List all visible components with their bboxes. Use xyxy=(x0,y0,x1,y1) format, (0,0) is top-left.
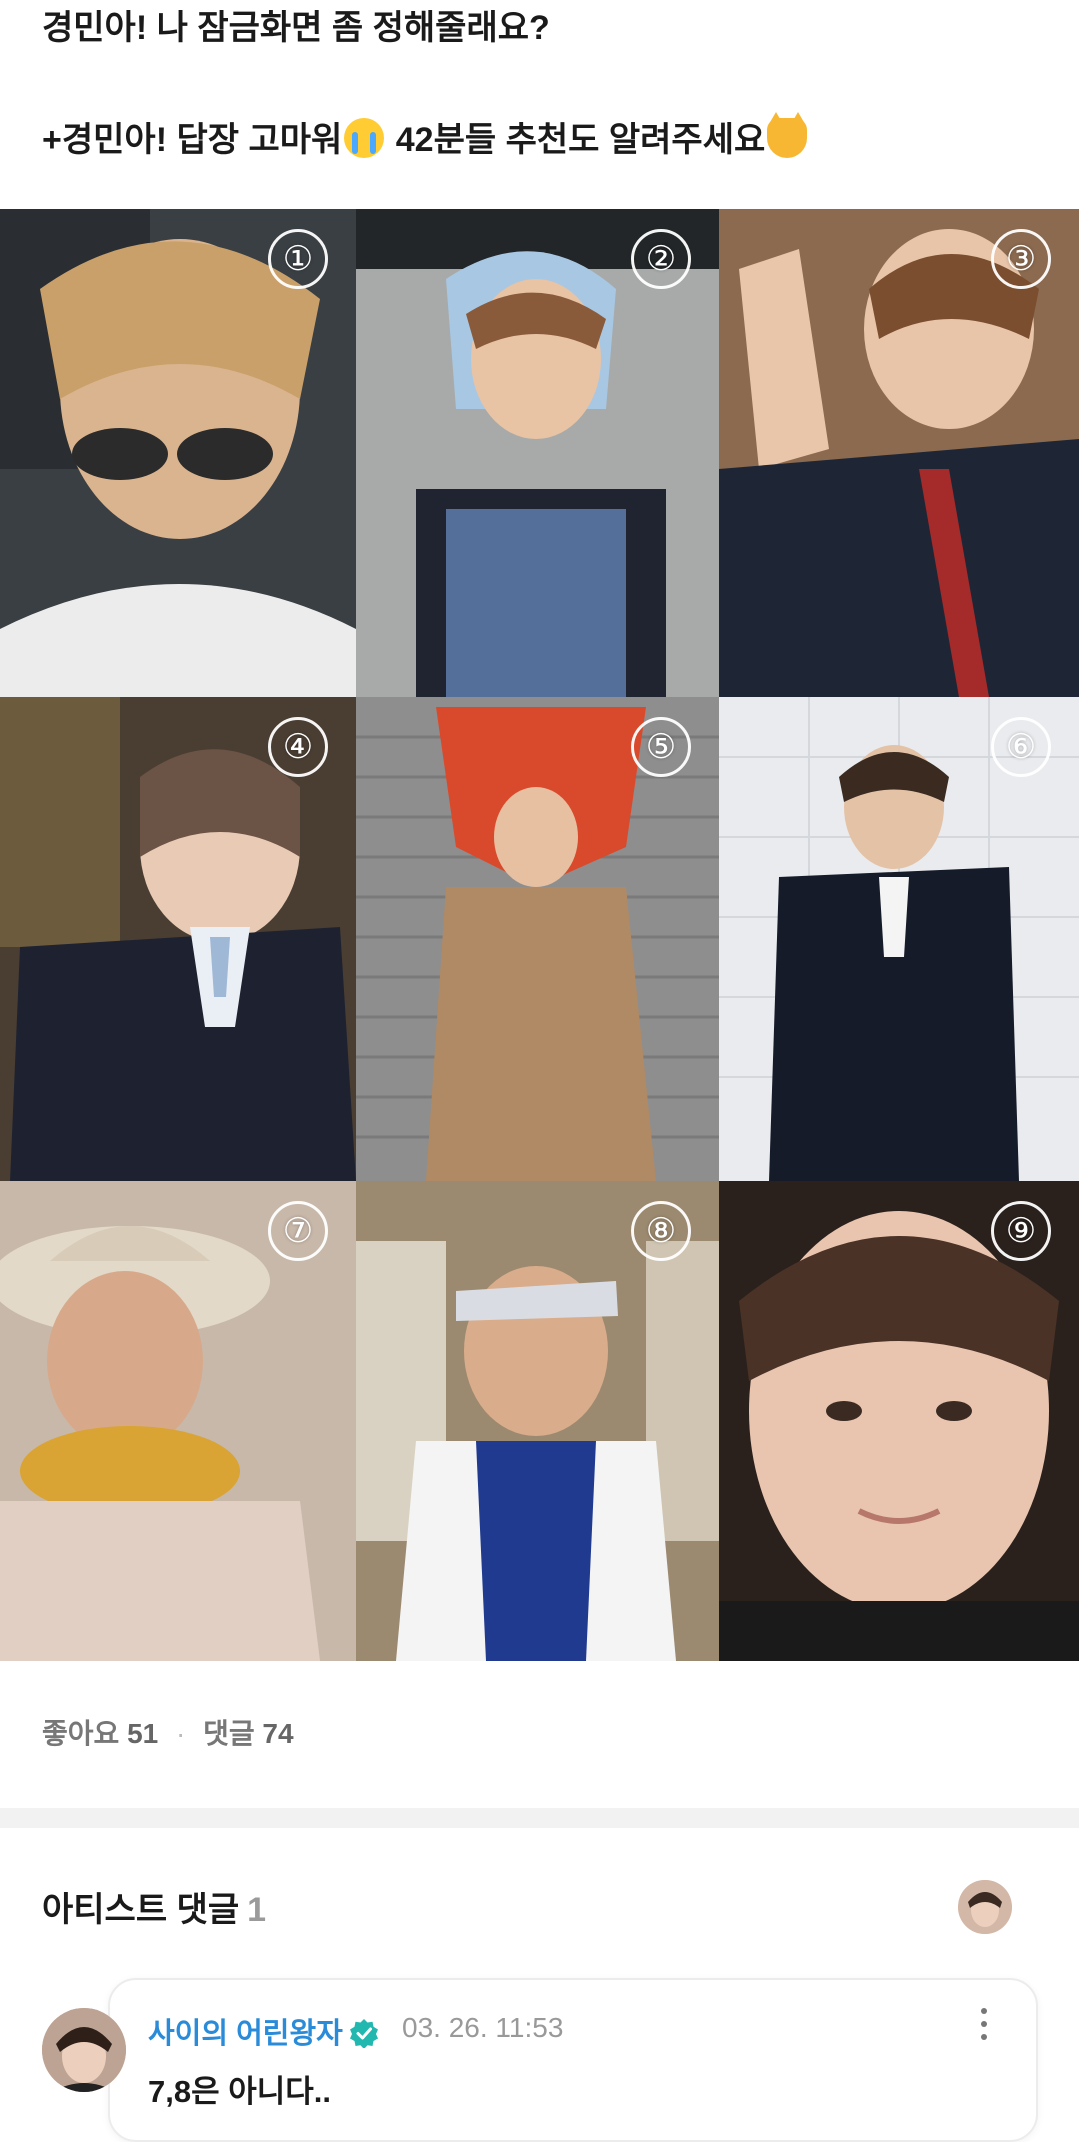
photo-number-badge: ② xyxy=(631,229,691,289)
crying-face-icon xyxy=(344,118,385,158)
photo-2[interactable]: ② xyxy=(356,209,719,697)
comment-author-name[interactable]: 사이의 어린왕자 xyxy=(148,2010,379,2052)
comment-author-avatar[interactable] xyxy=(42,2008,126,2092)
comment-text: 7,8은 아니다.. xyxy=(148,2074,332,2109)
more-options-icon[interactable] xyxy=(976,2008,992,2048)
photo-number-badge: ⑤ xyxy=(631,717,691,777)
photo-7[interactable]: ⑦ xyxy=(0,1181,356,1661)
photo-number-badge: ⑧ xyxy=(631,1201,691,1261)
photo-number-badge: ④ xyxy=(268,717,328,777)
photo-number-badge: ③ xyxy=(991,229,1051,289)
stats-separator: · xyxy=(176,1718,186,1749)
photo-grid: ① ② ③ ④ ⑤ ⑥ ⑦ ⑧ ⑨ xyxy=(0,209,1079,1661)
artist-avatar[interactable] xyxy=(958,1880,1012,1934)
post-line-2: +경민아! 답장 고마워 42분들 추천도 알려주세요 xyxy=(42,112,1042,168)
artist-comments-header: 아티스트 댓글 1 xyxy=(42,1882,266,1931)
photo-9[interactable]: ⑨ xyxy=(719,1181,1079,1661)
section-divider xyxy=(0,1808,1079,1828)
photo-number-badge: ⑥ xyxy=(991,717,1051,777)
verified-badge-icon xyxy=(349,2019,378,2048)
photo-4[interactable]: ④ xyxy=(0,697,356,1181)
post-line-2-prefix: +경민아! 답장 고마워 xyxy=(42,121,343,159)
artist-comments-count: 1 xyxy=(247,1891,267,1929)
post-body: 경민아! 나 잠금화면 좀 정해줄래요? +경민아! 답장 고마워 42분들 추… xyxy=(42,0,1042,168)
post-line-1: 경민아! 나 잠금화면 좀 정해줄래요? xyxy=(42,9,550,47)
photo-6[interactable]: ⑥ xyxy=(719,697,1079,1181)
post-line-2-text: 42분들 추천도 알려주세요 xyxy=(386,121,766,159)
photo-number-badge: ⑨ xyxy=(991,1201,1051,1261)
artist-comments-title: 아티스트 댓글 xyxy=(42,1891,240,1929)
photo-8[interactable]: ⑧ xyxy=(356,1181,719,1661)
likes-label[interactable]: 좋아요 xyxy=(42,1718,119,1749)
photo-number-badge: ⑦ xyxy=(268,1201,328,1261)
photo-number-badge: ① xyxy=(268,229,328,289)
likes-count: 51 xyxy=(127,1718,159,1749)
photo-5[interactable]: ⑤ xyxy=(356,697,719,1181)
post-stats: 좋아요 51 · 댓글 74 xyxy=(42,1712,294,1752)
artist-comment-card xyxy=(108,1978,1038,2142)
photo-1[interactable]: ① xyxy=(0,209,356,697)
photo-3[interactable]: ③ xyxy=(719,209,1079,697)
comments-count: 74 xyxy=(262,1718,294,1749)
comment-timestamp: 03. 26. 11:53 xyxy=(402,2012,564,2043)
cat-face-icon xyxy=(767,112,808,158)
comments-label[interactable]: 댓글 xyxy=(203,1718,255,1749)
